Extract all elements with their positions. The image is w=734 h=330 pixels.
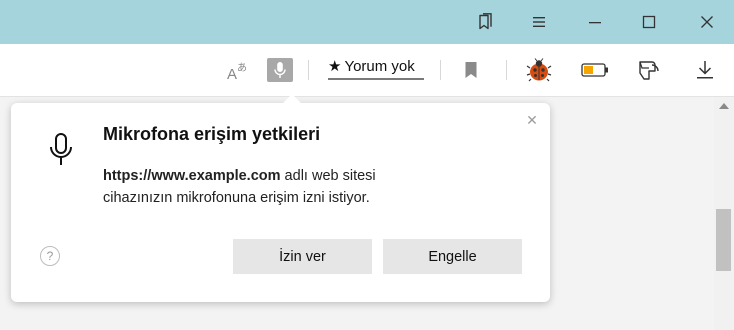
vertical-scrollbar[interactable] bbox=[714, 97, 734, 330]
microphone-permission-button[interactable] bbox=[266, 44, 294, 96]
reviews-button[interactable]: ★ Yorum yok bbox=[328, 54, 424, 80]
browser-toolbar: A あ ★ Yorum yok bbox=[0, 44, 734, 97]
minimize-icon bbox=[589, 22, 601, 24]
microphone-icon bbox=[274, 62, 286, 78]
scrollbar-thumb[interactable] bbox=[716, 209, 731, 271]
toolbar-separator bbox=[308, 60, 309, 80]
window-titlebar bbox=[0, 0, 734, 44]
download-icon bbox=[697, 61, 713, 79]
reviews-label: Yorum yok bbox=[344, 57, 415, 75]
block-button[interactable]: Engelle bbox=[383, 239, 522, 274]
translate-icon: A あ bbox=[227, 62, 247, 81]
bookmark-icon bbox=[465, 62, 477, 78]
maximize-icon bbox=[642, 15, 656, 29]
battery-saver-button[interactable] bbox=[578, 44, 612, 96]
toolbar-separator bbox=[440, 60, 441, 80]
popup-message: https://www.example.com adlı web sitesi … bbox=[103, 165, 433, 209]
close-icon bbox=[701, 16, 713, 28]
microphone-permission-popup: ✕ Mikrofona erişim yetkileri https://www… bbox=[11, 94, 550, 302]
bookmarks-icon bbox=[479, 13, 492, 30]
allow-button[interactable]: İzin ver bbox=[233, 239, 372, 274]
help-icon[interactable]: ? bbox=[40, 246, 60, 266]
window-close-button[interactable] bbox=[684, 0, 730, 44]
bookmarks-collection-button[interactable] bbox=[462, 0, 508, 44]
bookmark-button[interactable] bbox=[458, 44, 484, 96]
microphone-icon bbox=[50, 133, 72, 165]
ladybug-extension-button[interactable] bbox=[524, 44, 554, 96]
message-text-line2: cihazınızın mikrofonuna erişim izni isti… bbox=[103, 190, 370, 206]
protect-icon bbox=[639, 61, 659, 80]
popup-caret bbox=[283, 94, 301, 103]
hamburger-icon bbox=[533, 17, 545, 27]
menu-button[interactable] bbox=[516, 0, 562, 44]
battery-icon bbox=[581, 63, 608, 77]
popup-title: Mikrofona erişim yetkileri bbox=[103, 124, 321, 144]
message-text-line1: adlı web sitesi bbox=[280, 168, 376, 184]
ladybug-icon bbox=[526, 58, 552, 82]
popup-close-button[interactable]: ✕ bbox=[524, 112, 540, 128]
minimize-button[interactable] bbox=[572, 0, 618, 44]
svg-text:あ: あ bbox=[237, 62, 247, 74]
toolbar-separator bbox=[506, 60, 507, 80]
translate-button[interactable]: A あ bbox=[224, 44, 252, 96]
downloads-button[interactable] bbox=[690, 44, 720, 96]
site-url: https://www.example.com bbox=[103, 168, 281, 184]
star-icon: ★ bbox=[328, 58, 342, 75]
svg-text:A: A bbox=[227, 66, 237, 81]
protect-button[interactable] bbox=[634, 44, 664, 96]
scroll-up-arrow-icon[interactable] bbox=[719, 103, 729, 109]
maximize-button[interactable] bbox=[626, 0, 672, 44]
